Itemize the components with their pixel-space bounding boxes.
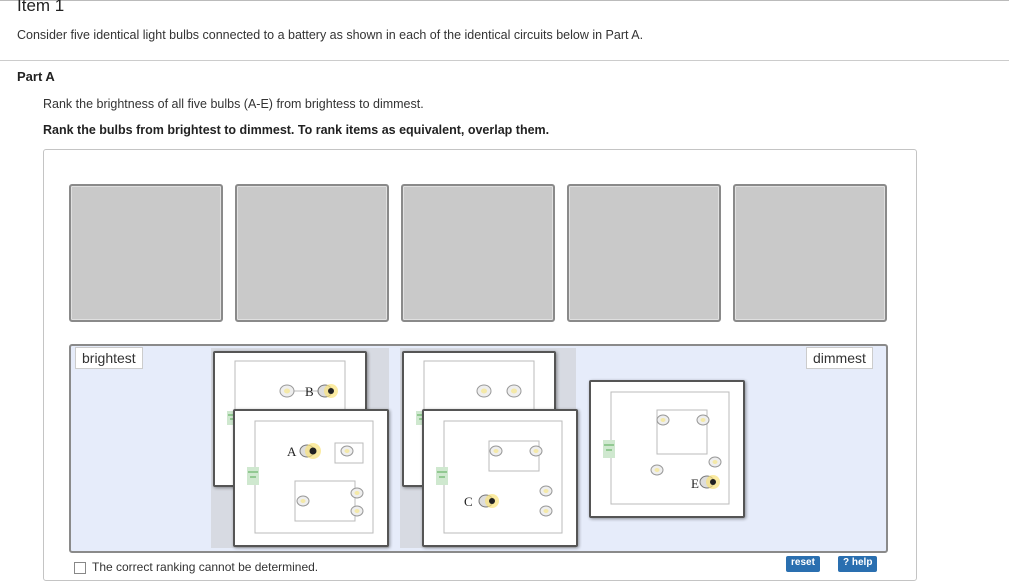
- bulb-icon: [506, 384, 522, 398]
- bulb-icon: [350, 505, 364, 517]
- rank-slot-2[interactable]: [235, 184, 389, 322]
- bulb-label-c: C: [464, 494, 473, 509]
- question-text: Rank the brightness of all five bulbs (A…: [43, 97, 424, 111]
- battery-icon: [603, 440, 615, 458]
- bulb-icon: [539, 485, 553, 497]
- cannot-determine-label: The correct ranking cannot be determined…: [92, 560, 319, 574]
- instruction-text: Rank the bulbs from brightest to dimmest…: [43, 123, 550, 137]
- battery-icon: [247, 467, 259, 485]
- bulb-label-e: E: [691, 476, 699, 491]
- bulb-label-a: A: [287, 444, 297, 459]
- bulb-card-a[interactable]: A: [233, 409, 389, 547]
- item-title: Item 1: [17, 0, 65, 15]
- part-label: Part A: [17, 69, 55, 84]
- bulb-icon: [708, 456, 722, 468]
- dimmest-label: dimmest: [806, 347, 873, 369]
- top-border: [0, 0, 1009, 1]
- bulb-label-b: B: [305, 384, 314, 399]
- bulb-icon: [656, 414, 670, 426]
- help-label: ? help: [843, 557, 873, 568]
- brightest-label: brightest: [75, 347, 143, 369]
- bulb-icon: [699, 475, 720, 489]
- bulb-icon: [476, 384, 492, 398]
- reset-label: reset: [791, 557, 815, 568]
- bulb-icon: [296, 495, 310, 507]
- bulb-icon: [650, 464, 664, 476]
- bulb-icon: [478, 494, 499, 508]
- bulb-icon: [489, 445, 503, 457]
- rank-slot-1[interactable]: [69, 184, 223, 322]
- bulb-icon: [529, 445, 543, 457]
- battery-icon: [436, 467, 448, 485]
- rank-slot-5[interactable]: [733, 184, 887, 322]
- bulb-card-e[interactable]: E: [589, 380, 745, 518]
- help-button[interactable]: ? help: [838, 556, 878, 572]
- bulb-icon: [340, 445, 354, 457]
- bulb-icon: [279, 384, 295, 398]
- bulb-icon: [299, 443, 321, 459]
- divider: [0, 60, 1009, 61]
- bulb-card-c[interactable]: C: [422, 409, 578, 547]
- rank-slot-4[interactable]: [567, 184, 721, 322]
- intro-text: Consider five identical light bulbs conn…: [17, 28, 644, 42]
- bulb-icon: [317, 384, 338, 398]
- reset-button[interactable]: reset: [786, 556, 820, 572]
- bulb-icon: [696, 414, 710, 426]
- checkbox-icon[interactable]: [74, 561, 86, 574]
- bulb-icon: [539, 505, 553, 517]
- cannot-determine-option[interactable]: The correct ranking cannot be determined…: [74, 560, 318, 574]
- rank-slot-3[interactable]: [401, 184, 555, 322]
- bulb-icon: [350, 487, 364, 499]
